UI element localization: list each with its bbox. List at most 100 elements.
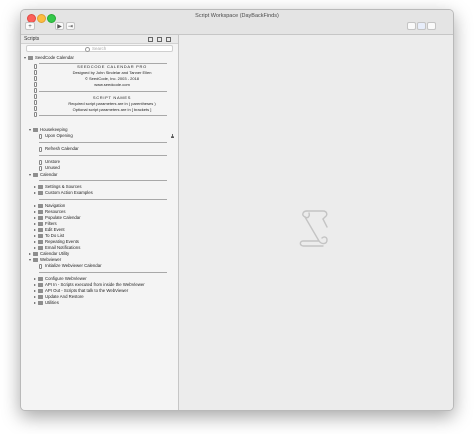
show-steps-button[interactable]	[417, 22, 426, 30]
folder-icon	[38, 221, 43, 226]
folder-icon	[38, 184, 43, 189]
script-icon	[34, 76, 37, 81]
folder-icon	[38, 227, 43, 232]
folder-label: Custom Action Examples	[45, 190, 93, 195]
folder-icon	[38, 209, 43, 214]
script-icon	[34, 82, 37, 87]
disclosure-triangle-icon[interactable]	[29, 258, 31, 261]
sidebar-header: Scripts	[21, 35, 178, 44]
comment-line: Required script parameters are in ( pare…	[68, 101, 156, 106]
search-input[interactable]: Search	[26, 45, 173, 52]
disclosure-triangle-icon[interactable]	[34, 204, 36, 207]
disclosure-triangle-icon[interactable]	[34, 295, 36, 298]
folder-icon	[38, 233, 43, 238]
folder-seedcode-calendar[interactable]: SeedCode Calendar	[21, 55, 178, 61]
script-label: Upon Opening	[45, 133, 73, 138]
disclosure-triangle-icon[interactable]	[24, 56, 26, 59]
script-editor-empty-area	[179, 35, 453, 410]
divider	[39, 180, 167, 181]
script-label: Unused	[45, 165, 60, 170]
folder-icon	[38, 282, 43, 287]
disclosure-triangle-icon[interactable]	[34, 234, 36, 237]
divider	[39, 91, 167, 92]
divider	[39, 115, 167, 116]
folder-icon	[38, 190, 43, 195]
search-placeholder: Search	[92, 46, 107, 51]
script-label: Refresh Calendar	[45, 146, 79, 151]
script-icon	[34, 64, 37, 69]
list-view-icon[interactable]	[148, 36, 153, 42]
folder-icon	[33, 172, 38, 177]
folder-icon	[33, 251, 38, 256]
disclosure-triangle-icon[interactable]	[34, 289, 36, 292]
script-icon	[34, 88, 37, 93]
folder-icon	[33, 127, 38, 132]
folder-icon	[38, 294, 43, 299]
folder-icon	[38, 288, 43, 293]
divider	[39, 272, 167, 273]
disclosure-triangle-icon[interactable]	[34, 222, 36, 225]
script-unused[interactable]: Unused	[21, 165, 178, 171]
comment-line: Optional script parameters are in [ brac…	[72, 107, 152, 112]
folder-icon	[38, 239, 43, 244]
comment-line: www.seedcode.com	[94, 82, 130, 87]
folder-utilities[interactable]: Utilities	[21, 300, 178, 306]
disclosure-triangle-icon[interactable]	[34, 240, 36, 243]
script-icon	[34, 100, 37, 105]
folder-calendar[interactable]: Calendar	[21, 172, 178, 178]
script-icon	[39, 165, 42, 171]
divider	[39, 142, 167, 143]
folder-icon	[38, 276, 43, 281]
comment-line: © SeedCode, Inc. 2003 - 2018	[84, 76, 140, 81]
disclosure-triangle-icon[interactable]	[34, 210, 36, 213]
folder-icon	[38, 300, 43, 305]
disclosure-triangle-icon[interactable]	[34, 301, 36, 304]
script-icon	[39, 159, 42, 165]
comment-line: SCRIPT NAMES	[92, 95, 132, 100]
script-icon	[39, 146, 42, 152]
folder-icon	[38, 203, 43, 208]
disclosure-triangle-icon[interactable]	[34, 216, 36, 219]
script-upon-opening[interactable]: Upon Opening	[21, 133, 178, 139]
window-title: Script Workspace (DayBackFinds)	[195, 13, 279, 19]
folder-icon	[38, 245, 43, 250]
disclosure-triangle-icon[interactable]	[29, 128, 31, 131]
disclosure-triangle-icon[interactable]	[29, 173, 31, 176]
comment-line: Designed by John Sindelar and Tanner Ell…	[72, 70, 152, 75]
person-icon	[171, 134, 174, 138]
script-icon	[39, 263, 42, 269]
disclosure-triangle-icon[interactable]	[34, 246, 36, 249]
run-script-button[interactable]: ▶	[55, 22, 64, 30]
folder-custom-action-examples[interactable]: Custom Action Examples	[21, 190, 178, 196]
script-icon	[34, 106, 37, 111]
folder-label: Calendar	[40, 172, 58, 177]
script-icon	[34, 112, 37, 117]
title-bar: Script Workspace (DayBackFinds) + ▶ ⇥	[21, 10, 453, 35]
folder-icon	[33, 257, 38, 262]
disclosure-triangle-icon[interactable]	[34, 191, 36, 194]
sidebar-title: Scripts	[24, 36, 40, 42]
script-icon	[34, 70, 37, 75]
script-scroll-icon	[299, 210, 328, 247]
script-icon	[39, 133, 42, 139]
script-label: Initialize Webviewer Calendar	[45, 263, 102, 268]
show-details-button[interactable]	[427, 22, 436, 30]
disclosure-triangle-icon[interactable]	[34, 185, 36, 188]
script-icon	[34, 94, 37, 99]
script-initialize-webviewer-calendar[interactable]: Initialize Webviewer Calendar	[21, 263, 178, 269]
folder-icon	[38, 215, 43, 220]
options-icon[interactable]	[166, 36, 171, 42]
new-script-button[interactable]: +	[25, 22, 35, 30]
script-refresh-calendar[interactable]: Refresh Calendar	[21, 146, 178, 152]
disclosure-triangle-icon[interactable]	[34, 228, 36, 231]
comment-line: SEEDCODE CALENDAR PRO	[77, 64, 147, 69]
script-workspace-window: Script Workspace (DayBackFinds) + ▶ ⇥ Sc…	[20, 9, 454, 411]
debug-script-button[interactable]: ⇥	[66, 22, 75, 30]
disclosure-triangle-icon[interactable]	[34, 277, 36, 280]
disclosure-triangle-icon[interactable]	[34, 283, 36, 286]
show-sidebar-button[interactable]	[407, 22, 416, 30]
search-icon	[85, 47, 90, 52]
folder-label: Utilities	[45, 300, 59, 305]
disclosure-triangle-icon[interactable]	[29, 252, 31, 255]
new-folder-icon[interactable]	[157, 36, 162, 42]
